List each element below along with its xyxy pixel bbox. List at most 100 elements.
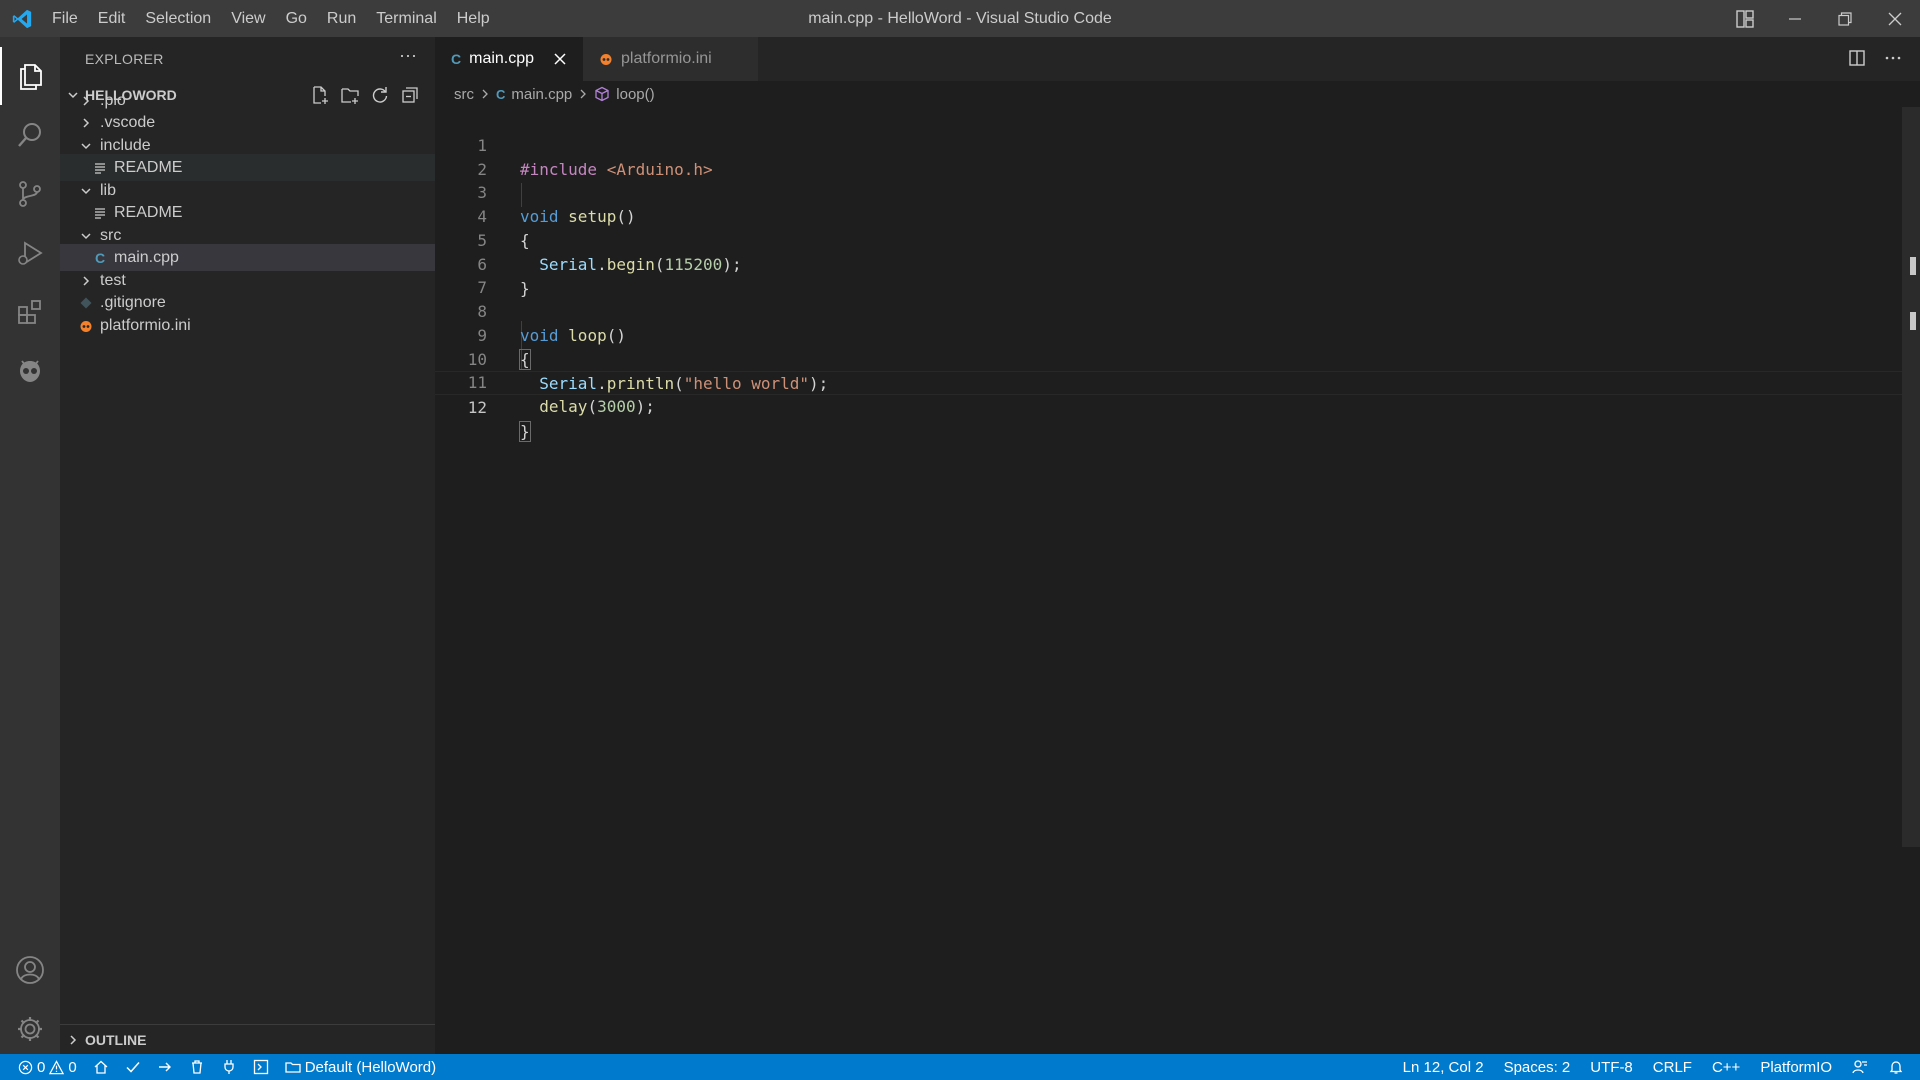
tree-item-label: lib <box>100 181 117 199</box>
environment-label: Default (HelloWord) <box>304 1058 437 1076</box>
breadcrumb-symbol[interactable]: loop() <box>616 86 654 103</box>
close-window-button[interactable] <box>1870 0 1920 37</box>
text-file-icon <box>95 162 105 174</box>
line-number: 12 <box>467 398 487 417</box>
platformio-file-icon <box>80 320 92 332</box>
menu-bar: File Edit Selection View Go Run Terminal… <box>42 0 500 37</box>
chevron-down-icon <box>81 232 91 239</box>
error-icon <box>18 1060 33 1074</box>
tab-label: main.cpp <box>469 50 535 67</box>
bell-icon[interactable] <box>1888 1059 1904 1075</box>
cursor-position[interactable]: Ln 12, Col 2 <box>1403 1059 1484 1076</box>
trash-icon[interactable] <box>189 1059 205 1075</box>
encoding[interactable]: UTF-8 <box>1590 1059 1633 1076</box>
menu-terminal[interactable]: Terminal <box>366 10 446 28</box>
git-file-icon <box>80 297 92 308</box>
files-icon <box>20 64 42 90</box>
menu-file[interactable]: File <box>42 10 88 28</box>
chevron-right-icon <box>482 89 488 99</box>
menu-view[interactable]: View <box>221 10 275 28</box>
editor-tabs: C main.cpp platformio.ini <box>435 37 1920 81</box>
menu-run[interactable]: Run <box>317 10 366 28</box>
minimize-button[interactable] <box>1770 0 1820 37</box>
code-line: 11 delay(3000); <box>435 347 1915 416</box>
error-count: 0 <box>37 1058 46 1076</box>
chevron-right-icon <box>70 1035 77 1045</box>
tab-platformio-ini[interactable]: platformio.ini <box>583 37 758 81</box>
cpp-file-icon: C <box>94 249 106 266</box>
close-icon <box>1888 12 1902 25</box>
plug-icon[interactable] <box>221 1059 237 1075</box>
split-editor-icon[interactable] <box>1848 49 1866 67</box>
breadcrumb: src C main.cpp loop() <box>435 81 655 107</box>
layout-button[interactable] <box>1720 0 1770 37</box>
restore-icon <box>1838 11 1852 26</box>
symbol-method-icon <box>595 86 609 102</box>
menu-selection[interactable]: Selection <box>135 10 221 28</box>
menu-edit[interactable]: Edit <box>88 10 136 28</box>
code-line: 2 <box>435 134 1915 179</box>
chevron-right-icon <box>83 117 90 128</box>
code-line: 3 void setup() <box>435 157 1915 226</box>
code-line: 7 <box>435 252 1915 297</box>
platformio-alien-icon <box>20 360 40 382</box>
terminal-icon[interactable] <box>253 1059 269 1075</box>
chevron-right-icon <box>83 95 90 106</box>
scrollbar-cursor-marker <box>1910 312 1916 330</box>
more-actions-icon[interactable]: ··· <box>399 45 417 66</box>
breadcrumb-file[interactable]: main.cpp <box>511 86 572 103</box>
build-check-icon[interactable] <box>125 1059 141 1075</box>
chevron-right-icon <box>83 275 90 286</box>
layout-icon <box>1736 9 1754 28</box>
source-control-activity[interactable] <box>0 165 60 223</box>
platformio-activity[interactable] <box>0 342 60 400</box>
end-of-line[interactable]: CRLF <box>1653 1059 1692 1076</box>
outline-section[interactable]: OUTLINE <box>60 1024 435 1054</box>
search-activity[interactable] <box>0 106 60 164</box>
text-file-icon <box>95 207 105 219</box>
tree-item-label: src <box>100 226 122 244</box>
title-bar: File Edit Selection View Go Run Terminal… <box>0 0 1920 37</box>
feedback-icon[interactable] <box>1852 1059 1868 1075</box>
upload-arrow-icon[interactable] <box>157 1059 173 1075</box>
more-actions-icon[interactable] <box>1884 49 1902 67</box>
warning-count: 0 <box>68 1058 77 1076</box>
close-icon[interactable] <box>554 53 566 65</box>
run-debug-icon <box>18 241 43 265</box>
extensions-icon <box>18 300 41 324</box>
chevron-down-icon <box>81 142 91 149</box>
code-editor[interactable]: 1 #include <Arduino.h> 2 3 void setup() … <box>435 107 1920 1054</box>
source-control-icon <box>19 181 41 207</box>
explorer-title: EXPLORER <box>85 51 164 67</box>
accounts-activity[interactable] <box>0 941 60 999</box>
vscode-logo-icon <box>12 9 32 29</box>
breadcrumb-src[interactable]: src <box>454 86 474 103</box>
problems-status[interactable]: 0 0 <box>18 1059 77 1076</box>
explorer-header: EXPLORER ··· <box>60 37 435 81</box>
tree-item-platformio-ini[interactable]: platformio.ini <box>60 312 435 339</box>
restore-button[interactable] <box>1820 0 1870 37</box>
menu-go[interactable]: Go <box>276 10 317 28</box>
extensions-activity[interactable] <box>0 283 60 341</box>
account-icon <box>16 956 44 984</box>
tree-item-label: test <box>100 271 126 289</box>
code-line: 5 Serial.begin(115200); <box>435 205 1915 274</box>
menu-help[interactable]: Help <box>447 10 500 28</box>
code-line: 6 } <box>435 229 1915 298</box>
project-environment[interactable]: Default (HelloWord) <box>285 1059 436 1076</box>
status-bar: 0 0 Default (HelloWord) Ln 12, Col 2 Spa… <box>0 1054 1920 1080</box>
language-mode[interactable]: C++ <box>1712 1059 1740 1076</box>
explorer-activity[interactable] <box>0 47 60 105</box>
home-icon[interactable] <box>93 1059 109 1075</box>
tab-main-cpp[interactable]: C main.cpp <box>435 37 583 81</box>
search-icon <box>18 123 41 147</box>
code-line: 9 { <box>435 300 1915 370</box>
chevron-right-icon <box>580 89 587 99</box>
platformio-status[interactable]: PlatformIO <box>1760 1059 1832 1076</box>
manage-activity[interactable] <box>0 1000 60 1058</box>
run-debug-activity[interactable] <box>0 224 60 282</box>
indentation[interactable]: Spaces: 2 <box>1504 1059 1571 1076</box>
vertical-scrollbar[interactable] <box>1902 107 1920 847</box>
tree-item-label: README <box>114 203 183 221</box>
cpp-file-icon: C <box>496 86 506 102</box>
